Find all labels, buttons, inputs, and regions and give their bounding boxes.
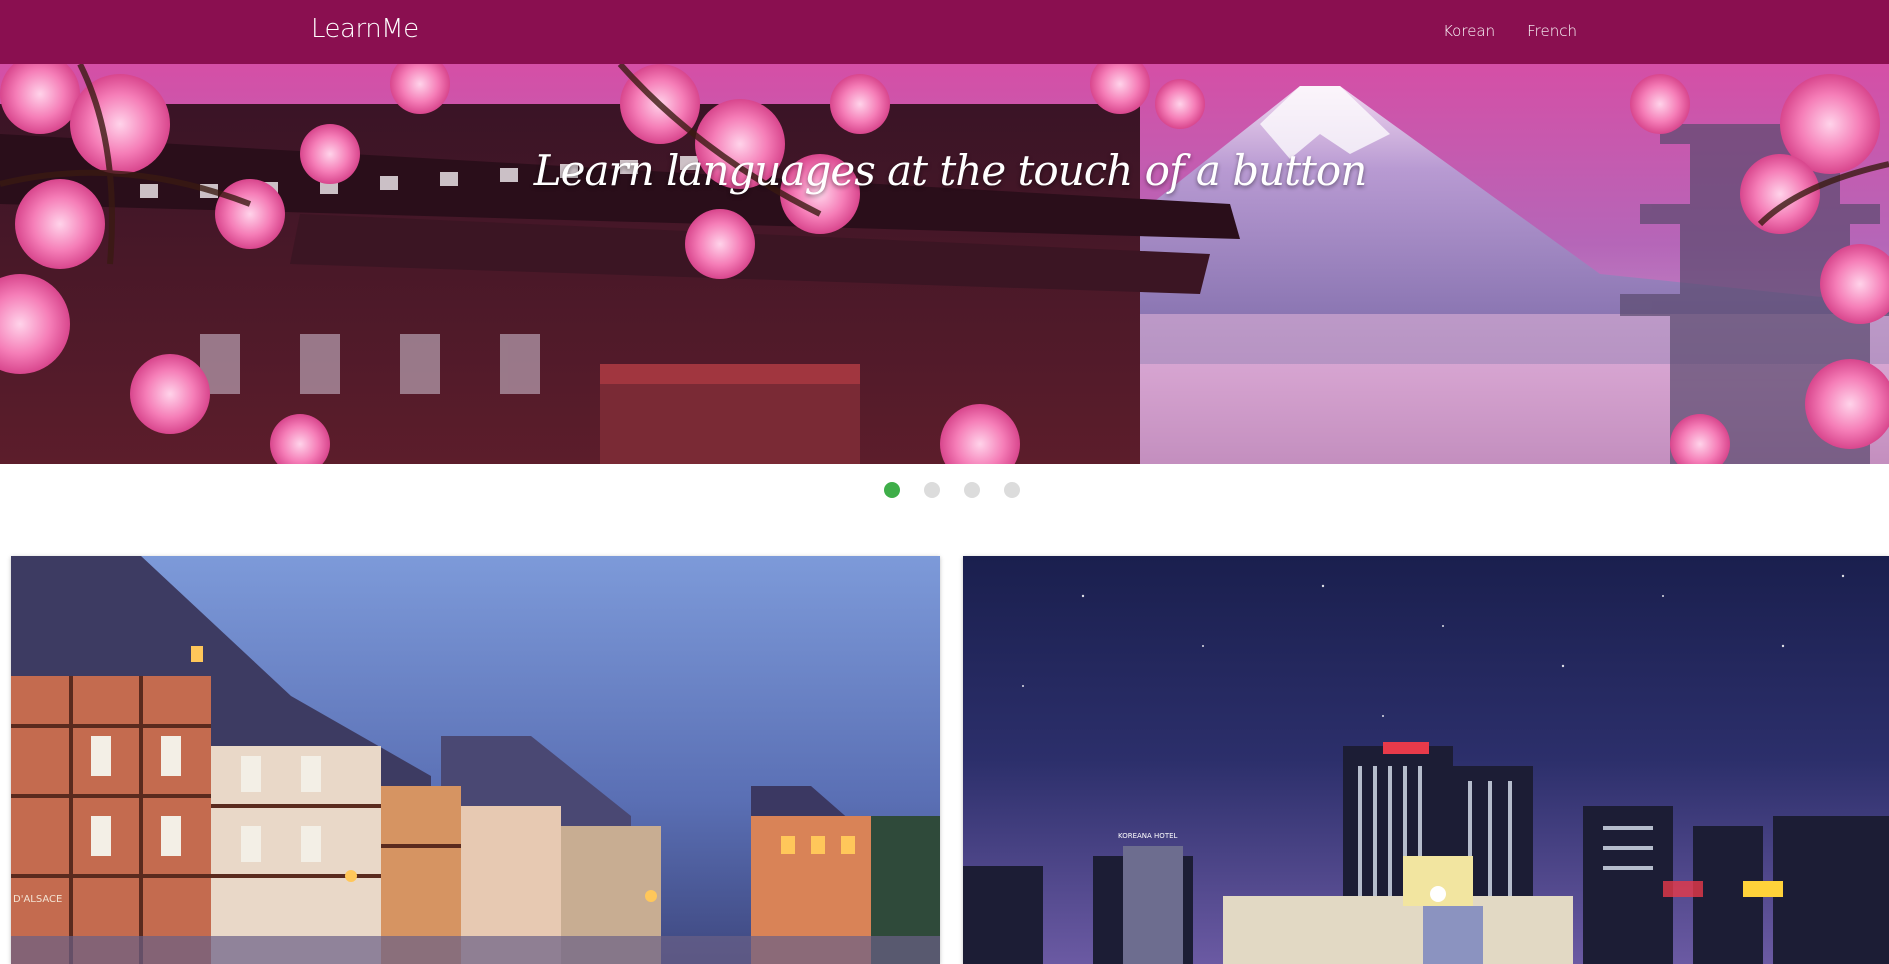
nav-link-korean[interactable]: Korean (1443, 22, 1495, 40)
korean-course-card[interactable]: KOREANA HOTEL (963, 556, 1889, 964)
carousel-dot-1[interactable] (883, 482, 900, 498)
hotel-sign-text: KOREANA HOTEL (1118, 832, 1178, 840)
carousel-dot-2[interactable] (923, 482, 940, 498)
seoul-night-image: KOREANA HOTEL (963, 556, 1889, 964)
shop-sign-text: D'ALSACE (13, 894, 62, 905)
hero-carousel-slide: Learn languages at the touch of a button (0, 64, 1889, 464)
carousel-dot-4[interactable] (1003, 482, 1020, 498)
top-navbar: LearnMe Korean French (0, 0, 1889, 64)
french-course-card[interactable]: D'ALSACE (11, 556, 940, 964)
carousel-indicators (0, 482, 1889, 498)
nav-link-french[interactable]: French (1527, 22, 1577, 40)
nav-links: Korean French (1443, 22, 1577, 40)
hero-image-pagoda-fuji (0, 64, 1889, 464)
french-town-image: D'ALSACE (11, 556, 940, 964)
carousel-dot-3[interactable] (963, 482, 980, 498)
brand-logo[interactable]: LearnMe (311, 14, 419, 44)
hero-title: Learn languages at the touch of a button (533, 146, 1368, 195)
